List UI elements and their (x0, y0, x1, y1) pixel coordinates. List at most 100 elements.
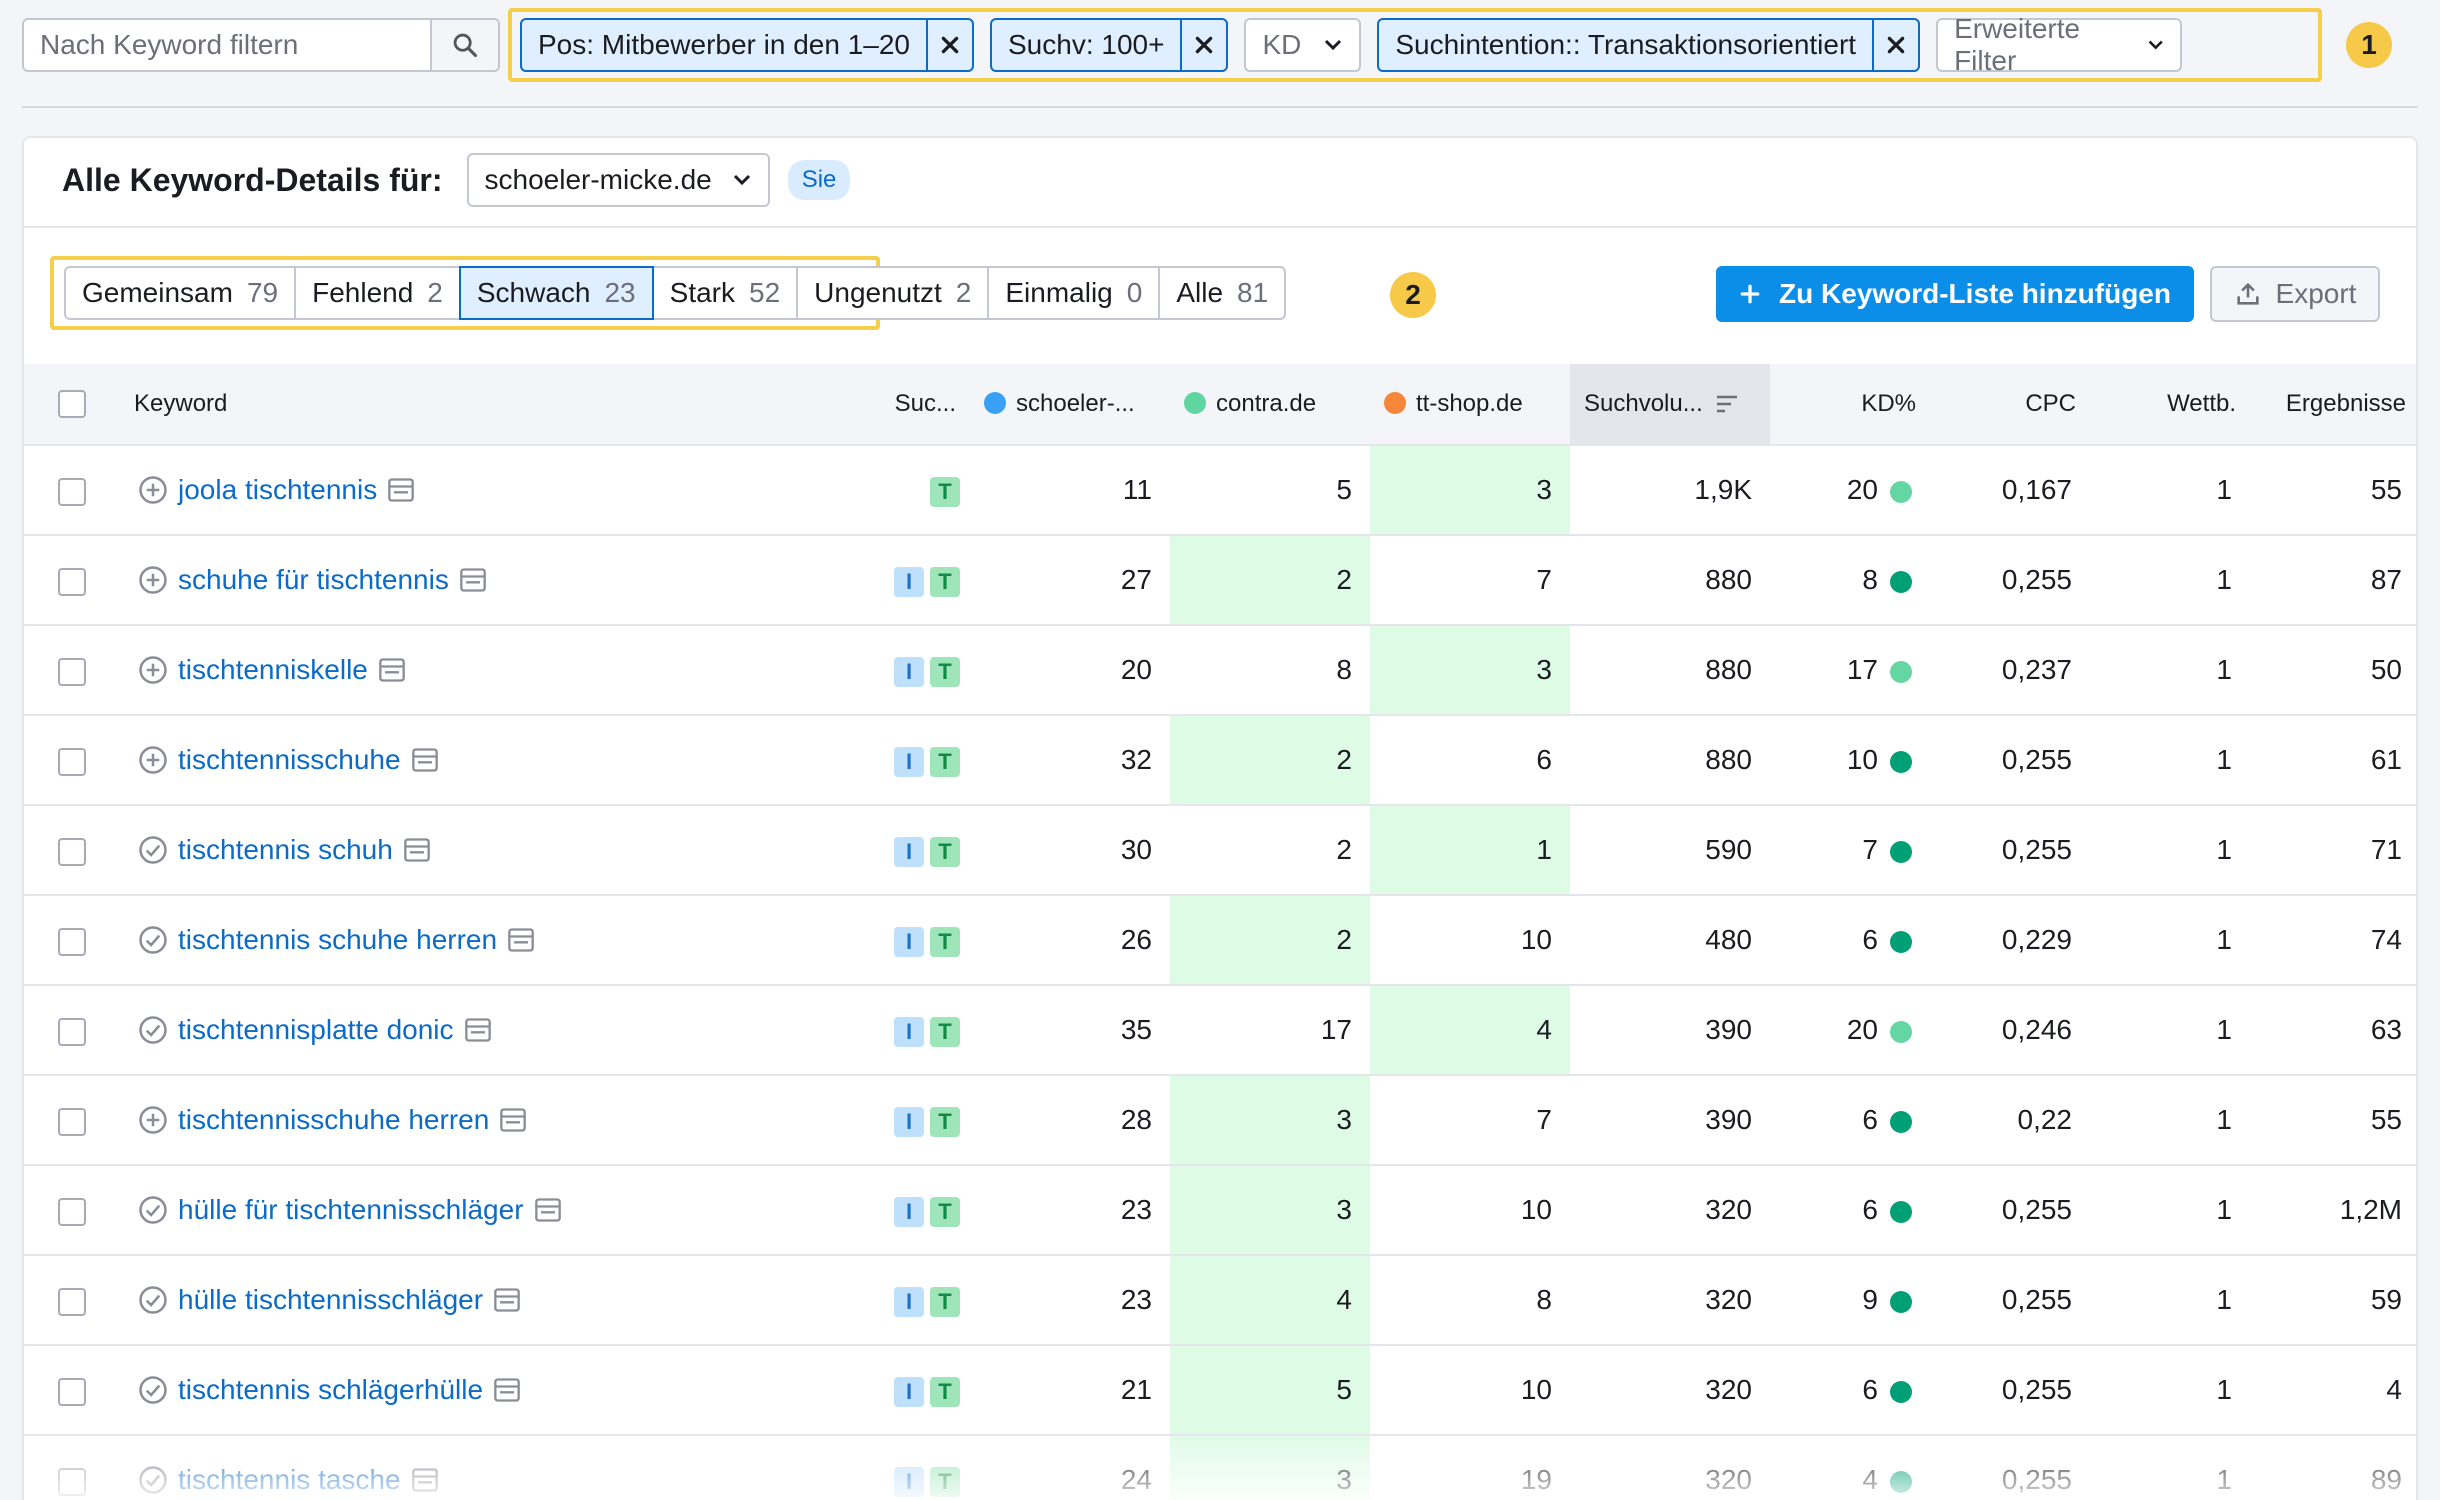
row-checkbox[interactable] (58, 1107, 86, 1136)
tab-einmalig[interactable]: Einmalig 0 (987, 266, 1161, 320)
check-circle-icon[interactable] (138, 835, 168, 865)
schoeler-position[interactable]: 32 (970, 715, 1170, 806)
column-header-kd[interactable]: KD% (1770, 364, 1930, 446)
keyword-link[interactable]: tischtenniskelle (178, 654, 368, 686)
schoeler-position[interactable]: 35 (970, 985, 1170, 1076)
schoeler-position[interactable]: 30 (970, 805, 1170, 896)
keyword-link[interactable]: hülle tischtennisschläger (178, 1284, 483, 1316)
check-circle-icon[interactable] (138, 1195, 168, 1225)
add-circle-icon[interactable] (138, 745, 168, 775)
tab-schwach[interactable]: Schwach 23 (458, 266, 654, 320)
tab-ungenutzt[interactable]: Ungenutzt 2 (796, 266, 990, 320)
contra-position[interactable]: 5 (1170, 445, 1370, 536)
add-circle-icon[interactable] (138, 565, 168, 595)
column-header-intent[interactable]: Suc... (870, 364, 970, 446)
serp-icon[interactable] (378, 657, 406, 683)
row-checkbox[interactable] (58, 477, 86, 506)
serp-icon[interactable] (534, 1197, 562, 1223)
row-checkbox[interactable] (58, 1467, 86, 1496)
serp-icon[interactable] (507, 927, 535, 953)
row-checkbox[interactable] (58, 1287, 86, 1316)
check-circle-icon[interactable] (138, 925, 168, 955)
check-circle-icon[interactable] (138, 1465, 168, 1495)
contra-position[interactable]: 3 (1170, 1165, 1370, 1256)
tab-gemeinsam[interactable]: Gemeinsam 79 (64, 266, 297, 320)
add-circle-icon[interactable] (138, 655, 168, 685)
column-header-ttshop[interactable]: tt-shop.de (1370, 364, 1570, 446)
schoeler-position[interactable]: 27 (970, 535, 1170, 626)
keyword-link[interactable]: tischtennis schlägerhülle (178, 1374, 483, 1406)
filter-chip-volume[interactable]: Suchv: 100+ (990, 18, 1229, 72)
serp-icon[interactable] (493, 1377, 521, 1403)
row-checkbox[interactable] (58, 567, 86, 596)
contra-position[interactable]: 2 (1170, 535, 1370, 626)
serp-icon[interactable] (411, 1467, 439, 1493)
check-circle-icon[interactable] (138, 1285, 168, 1315)
row-checkbox[interactable] (58, 837, 86, 866)
contra-position[interactable]: 8 (1170, 625, 1370, 716)
remove-filter-button[interactable] (1872, 20, 1918, 70)
remove-filter-button[interactable] (1180, 20, 1226, 70)
serp-icon[interactable] (459, 567, 487, 593)
ttshop-position[interactable]: 8 (1370, 1255, 1570, 1346)
ttshop-position[interactable]: 1 (1370, 805, 1570, 896)
tab-alle[interactable]: Alle 81 (1158, 266, 1287, 320)
add-to-keyword-list-button[interactable]: Zu Keyword-Liste hinzufügen (1716, 266, 2194, 322)
serp-icon[interactable] (387, 477, 415, 503)
schoeler-position[interactable]: 11 (970, 445, 1170, 536)
keyword-link[interactable]: tischtennisschuhe herren (178, 1104, 489, 1136)
ttshop-position[interactable]: 19 (1370, 1435, 1570, 1500)
contra-position[interactable]: 5 (1170, 1345, 1370, 1436)
row-checkbox[interactable] (58, 1377, 86, 1406)
column-header-cpc[interactable]: CPC (1930, 364, 2090, 446)
add-circle-icon[interactable] (138, 1105, 168, 1135)
schoeler-position[interactable]: 21 (970, 1345, 1170, 1436)
column-header-schoeler[interactable]: schoeler-... (970, 364, 1170, 446)
contra-position[interactable]: 3 (1170, 1075, 1370, 1166)
column-header-keyword[interactable]: Keyword (120, 364, 870, 446)
column-header-competition[interactable]: Wettb. (2090, 364, 2250, 446)
serp-icon[interactable] (493, 1287, 521, 1313)
contra-position[interactable]: 2 (1170, 715, 1370, 806)
contra-position[interactable]: 3 (1170, 1435, 1370, 1500)
contra-position[interactable]: 2 (1170, 805, 1370, 896)
schoeler-position[interactable]: 20 (970, 625, 1170, 716)
select-all-checkbox[interactable] (58, 390, 86, 419)
keyword-link[interactable]: schuhe für tischtennis (178, 564, 449, 596)
column-header-volume[interactable]: Suchvolu... (1570, 364, 1770, 446)
search-button[interactable] (430, 20, 498, 70)
contra-position[interactable]: 17 (1170, 985, 1370, 1076)
check-circle-icon[interactable] (138, 1015, 168, 1045)
keyword-link[interactable]: hülle für tischtennisschläger (178, 1194, 524, 1226)
ttshop-position[interactable]: 10 (1370, 1165, 1570, 1256)
row-checkbox[interactable] (58, 747, 86, 776)
schoeler-position[interactable]: 26 (970, 895, 1170, 986)
row-checkbox[interactable] (58, 927, 86, 956)
schoeler-position[interactable]: 24 (970, 1435, 1170, 1500)
ttshop-position[interactable]: 10 (1370, 895, 1570, 986)
serp-icon[interactable] (411, 747, 439, 773)
row-checkbox[interactable] (58, 1017, 86, 1046)
keyword-link[interactable]: tischtennis schuhe herren (178, 924, 497, 956)
serp-icon[interactable] (464, 1017, 492, 1043)
ttshop-position[interactable]: 3 (1370, 625, 1570, 716)
remove-filter-button[interactable] (926, 20, 972, 70)
keyword-link[interactable]: tischtennis tasche (178, 1464, 401, 1496)
filter-chip-intent[interactable]: Suchintention:: Transaktionsorientiert (1377, 18, 1921, 72)
schoeler-position[interactable]: 23 (970, 1255, 1170, 1346)
export-button[interactable]: Export (2210, 266, 2380, 322)
keyword-link[interactable]: tischtennisschuhe (178, 744, 401, 776)
add-circle-icon[interactable] (138, 475, 168, 505)
row-checkbox[interactable] (58, 657, 86, 686)
advanced-filters-dropdown[interactable]: Erweiterte Filter (1936, 13, 2183, 76)
domain-selector[interactable]: schoeler-micke.de (466, 153, 770, 207)
tab-fehlend[interactable]: Fehlend 2 (294, 266, 461, 320)
contra-position[interactable]: 4 (1170, 1255, 1370, 1346)
keyword-link[interactable]: joola tischtennis (178, 474, 377, 506)
schoeler-position[interactable]: 28 (970, 1075, 1170, 1166)
kd-filter-dropdown[interactable]: KD (1244, 18, 1362, 72)
ttshop-position[interactable]: 6 (1370, 715, 1570, 806)
contra-position[interactable]: 2 (1170, 895, 1370, 986)
ttshop-position[interactable]: 3 (1370, 445, 1570, 536)
filter-chip-position[interactable]: Pos: Mitbewerber in den 1–20 (520, 18, 974, 72)
